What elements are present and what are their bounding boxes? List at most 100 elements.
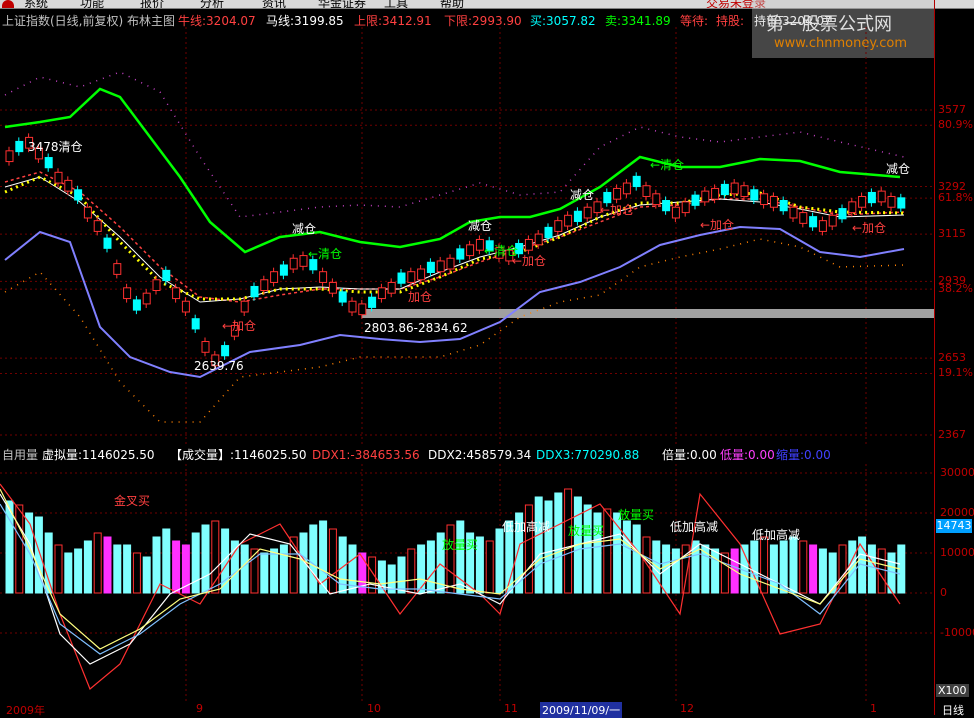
- candle-body: [15, 140, 24, 153]
- candle-body: [642, 185, 651, 197]
- sub-ddx3: DDX3:770290.88: [536, 448, 640, 462]
- volume-bar: [642, 536, 651, 594]
- candle-body: [524, 238, 533, 251]
- volume-bar: [809, 544, 818, 594]
- candle-body: [671, 206, 680, 219]
- axis-tick-label: 3577: [938, 103, 966, 116]
- candle-body: [456, 248, 465, 260]
- volume-bar: [711, 548, 720, 594]
- candle-body: [417, 268, 426, 281]
- range-annotation: 2803.86-2834.62: [364, 321, 468, 335]
- candle-body: [818, 220, 827, 232]
- candle-body: [54, 171, 63, 184]
- sub-diliang: 低量:0.00: [720, 448, 775, 462]
- volume-bar: [240, 544, 249, 594]
- candle-body: [662, 200, 671, 212]
- candle-body: [622, 182, 631, 195]
- volume-bar: [93, 532, 102, 594]
- volume-bar: [309, 524, 318, 594]
- axis-tick-label: 80.9%: [938, 118, 973, 132]
- candle-body: [64, 179, 73, 192]
- sub-ddx2: DDX2:458579.34: [428, 448, 532, 462]
- date-label: 12: [680, 702, 694, 715]
- candle-body: [446, 257, 455, 270]
- candle-body: [338, 291, 347, 303]
- candle-body: [799, 212, 808, 224]
- candle-body: [83, 206, 92, 219]
- candle-body: [407, 271, 416, 283]
- volume-bar: [760, 536, 769, 594]
- candle-body: [711, 187, 720, 200]
- candle-body: [348, 300, 357, 313]
- volume-bar: [583, 504, 592, 594]
- menu-news[interactable]: 资讯: [262, 0, 286, 8]
- candle-body: [701, 190, 710, 203]
- volume-bar: [789, 536, 798, 594]
- candle-body: [750, 189, 759, 201]
- volume-bar: [799, 540, 808, 594]
- low-annotation: 2639.76: [194, 359, 244, 373]
- candle-body: [191, 318, 200, 330]
- period-label[interactable]: 日线: [942, 702, 964, 718]
- axis-tick-label: 38.2%: [938, 282, 973, 296]
- sub-signal-label: 放量买: [618, 508, 655, 522]
- candle-body: [466, 244, 475, 257]
- sub-title: 自用量: [2, 448, 39, 462]
- candle-body: [172, 287, 181, 300]
- menu-broker[interactable]: 华金证券: [318, 0, 366, 8]
- candle-body: [858, 195, 867, 208]
- signal-label: 减仓: [292, 222, 317, 236]
- volume-bar: [652, 540, 661, 594]
- app-logo-icon[interactable]: [2, 0, 14, 8]
- volume-bar: [201, 524, 210, 594]
- sub-volume: 【成交量】:1146025.50: [170, 448, 307, 462]
- candle-body: [436, 260, 445, 273]
- candle-body: [387, 281, 396, 294]
- volume-bar: [191, 532, 200, 594]
- axis-tick-label: 3115: [938, 227, 966, 241]
- signal-label: ←加仓: [852, 221, 887, 235]
- volume-bar: [260, 552, 269, 594]
- menu-function[interactable]: 功能: [80, 0, 104, 8]
- candle-body: [779, 200, 788, 212]
- volume-bar: [750, 540, 759, 594]
- candle-body: [867, 191, 876, 204]
- menu-help[interactable]: 帮助: [440, 0, 464, 8]
- volume-bar: [426, 540, 435, 594]
- candle-body: [152, 279, 161, 291]
- sub-signal-label: 金叉买: [114, 494, 151, 508]
- candle-body: [681, 201, 690, 214]
- sub-signal-label: 低加高减: [502, 520, 551, 534]
- menu-system[interactable]: 系统: [24, 0, 48, 8]
- candle-body: [554, 220, 563, 232]
- date-label: 1: [870, 702, 877, 715]
- candle-body: [573, 210, 582, 222]
- candle-body: [789, 206, 798, 219]
- axis-tick-label: 61.8%: [938, 191, 973, 205]
- upper-cross-line: [4, 71, 905, 218]
- volume-bar: [172, 540, 181, 594]
- candle-body: [632, 175, 641, 188]
- candle-body: [848, 201, 857, 214]
- support-band: [362, 309, 934, 318]
- axis-tick-label: 2367: [938, 428, 966, 441]
- menu-quote[interactable]: 报价: [140, 0, 164, 8]
- candle-body: [260, 279, 269, 291]
- main-price-chart[interactable]: [0, 27, 934, 445]
- volume-bar: [495, 528, 504, 594]
- axis-tick-label: 10000: [940, 546, 974, 559]
- candle-body: [44, 157, 53, 169]
- volume-bar: [328, 528, 337, 594]
- signal-label: 加仓: [408, 290, 433, 304]
- candle-body: [475, 238, 484, 251]
- volume-bar: [671, 548, 680, 594]
- candle-body: [221, 345, 230, 357]
- signal-label: ←加仓: [512, 254, 547, 268]
- menu-tools[interactable]: 工具: [384, 0, 408, 8]
- candle-body: [5, 150, 14, 163]
- volume-bar: [554, 492, 563, 594]
- menu-analysis[interactable]: 分析: [200, 0, 224, 8]
- candle-body: [691, 194, 700, 206]
- candle-body: [897, 197, 906, 209]
- candle-body: [730, 182, 739, 195]
